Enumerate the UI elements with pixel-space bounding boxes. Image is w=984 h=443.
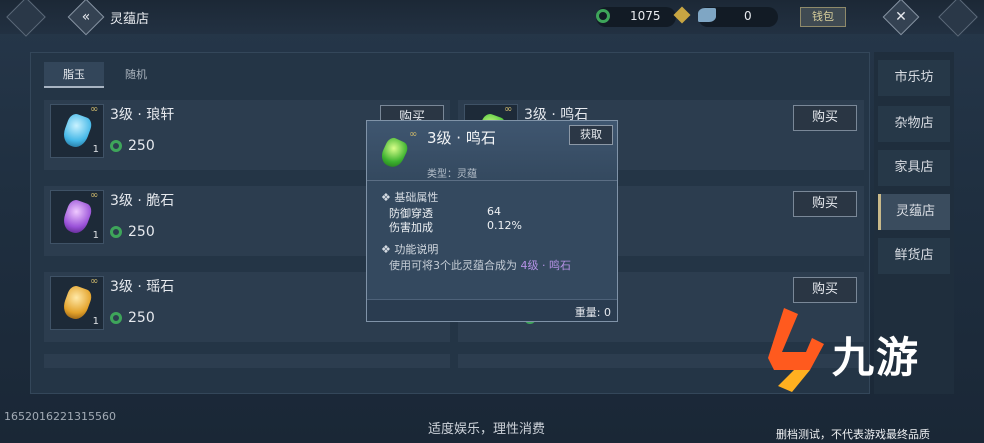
test-disclaimer: 删档测试，不代表游戏最终品质 — [776, 428, 930, 441]
item-description: 使用可将3个此灵蕴合成为 4级 · 鸣石 — [389, 257, 571, 273]
item-price: 250 — [128, 310, 155, 326]
bound-chain-icon: ∞ — [90, 276, 99, 287]
buy-button[interactable]: 购买 — [793, 191, 857, 217]
jade-coin-icon — [110, 140, 122, 152]
crystal-currency-value: 0 — [744, 9, 752, 23]
item-quantity: 1 — [92, 144, 99, 155]
tooltip-title: 3级 · 鸣石 — [427, 129, 496, 147]
crystal-icon — [698, 8, 716, 22]
item-price: 250 — [128, 224, 155, 240]
health-notice: 适度娱乐，理性消费 — [428, 422, 546, 437]
section-attributes-label: 基础属性 — [394, 191, 439, 204]
bound-chain-icon: ∞ — [90, 190, 99, 201]
attr-value: 0.12% — [487, 219, 522, 232]
shop-item[interactable] — [44, 354, 450, 368]
tooltip-footer: 重量: 0 — [367, 299, 617, 321]
item-price: 250 — [128, 138, 155, 154]
close-icon: ✕ — [895, 9, 907, 25]
watermark-logo-text: 九游 — [832, 333, 921, 382]
item-name: 3级 · 琅轩 — [110, 107, 175, 123]
chevron-left-icon: « — [81, 9, 91, 25]
item-type: 类型：灵蕴 — [427, 169, 477, 180]
gem-icon — [60, 197, 94, 237]
acquire-button[interactable]: 获取 — [569, 125, 613, 145]
session-code: 1652016221315560 — [4, 410, 116, 423]
section-description-label: 功能说明 — [394, 243, 439, 256]
page-title: 灵蕴店 — [110, 12, 150, 27]
gem-icon — [60, 283, 94, 323]
attr-value: 64 — [487, 205, 501, 218]
buy-button[interactable]: 购买 — [793, 105, 857, 131]
bound-chain-icon: ∞ — [409, 129, 418, 140]
jade-coin-icon — [110, 312, 122, 324]
attr-name: 伤害加成 — [389, 221, 433, 234]
tooltip-header: ∞ 3级 · 鸣石 获取 类型：灵蕴 — [367, 121, 617, 181]
sidebar-item-market[interactable]: 市乐坊 — [878, 60, 950, 96]
section-attributes: ❖ 基础属性 — [381, 191, 439, 204]
jade-coin-icon — [110, 226, 122, 238]
gem-icon — [60, 111, 94, 151]
description-text: 使用可将3个此灵蕴合成为 — [389, 259, 517, 272]
sidebar-item-general-store[interactable]: 杂物店 — [878, 106, 950, 142]
buy-button[interactable]: 购买 — [793, 277, 857, 303]
item-tooltip: ∞ 3级 · 鸣石 获取 类型：灵蕴 ❖ 基础属性 防御穿透 64 伤害加成 0… — [366, 120, 618, 322]
gem-icon — [378, 135, 410, 171]
bound-chain-icon: ∞ — [90, 104, 99, 115]
tab-jade[interactable]: 脂玉 — [44, 62, 104, 88]
wallet-button[interactable]: 钱包 — [800, 7, 846, 27]
jiuyou-logo-icon — [768, 308, 824, 392]
tab-random[interactable]: 随机 — [106, 62, 166, 88]
sidebar-item-spirit-shop[interactable]: 灵蕴店 — [878, 194, 950, 230]
item-weight: 重量: 0 — [574, 306, 611, 319]
item-name: 3级 · 脆石 — [110, 193, 175, 209]
jade-currency-value: 1075 — [630, 9, 661, 23]
sidebar-item-furniture[interactable]: 家具店 — [878, 150, 950, 186]
section-description: ❖ 功能说明 — [381, 243, 439, 256]
item-quantity: 1 — [92, 230, 99, 241]
item-quantity: 1 — [92, 316, 99, 327]
item-name: 3级 · 瑶石 — [110, 279, 175, 295]
sidebar-item-fresh-goods[interactable]: 鲜货店 — [878, 238, 950, 274]
description-highlight: 4级 · 鸣石 — [520, 259, 572, 272]
bound-chain-icon: ∞ — [504, 104, 513, 115]
jade-coin-icon — [596, 9, 610, 23]
